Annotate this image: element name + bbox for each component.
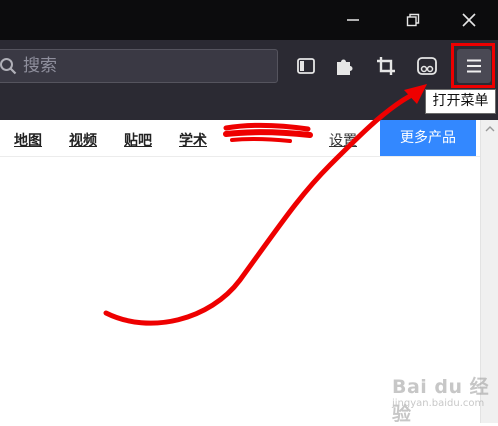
- redaction-scribble: [223, 122, 313, 143]
- arrow-head: [404, 84, 427, 104]
- annotation-overlay: [103, 84, 427, 326]
- watermark-sub-text: jingyan.baidu.com: [392, 398, 485, 409]
- red-arrow-annotation: [103, 84, 427, 326]
- baidu-jingyan-watermark: Bai du 经验 jingyan.baidu.com: [392, 372, 494, 425]
